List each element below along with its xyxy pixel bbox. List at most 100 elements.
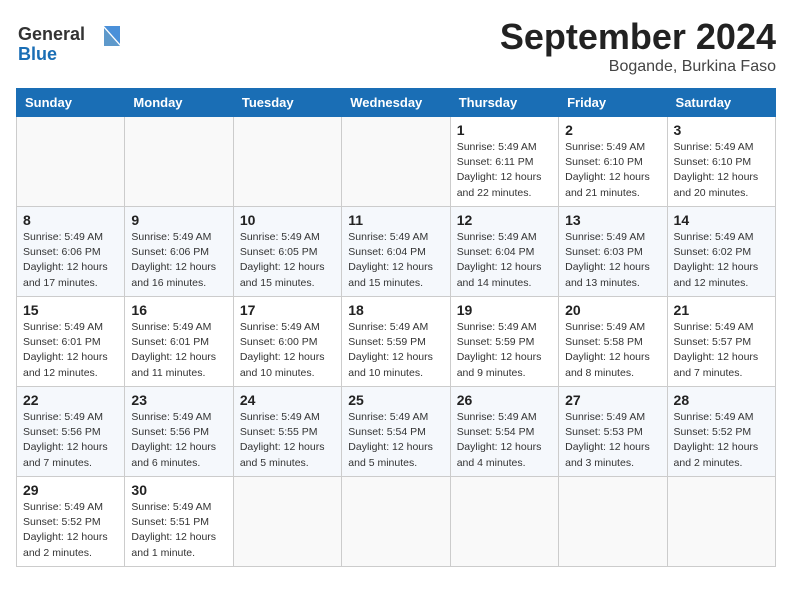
day-info: Sunrise: 5:49 AMSunset: 5:56 PMDaylight:… xyxy=(131,411,216,469)
day-number: 8 xyxy=(23,212,118,228)
day-number: 3 xyxy=(674,122,769,138)
day-number: 30 xyxy=(131,482,226,498)
table-row: 22 Sunrise: 5:49 AMSunset: 5:56 PMDayligh… xyxy=(17,387,125,477)
table-row xyxy=(667,477,775,567)
day-info: Sunrise: 5:49 AMSunset: 6:01 PMDaylight:… xyxy=(131,321,216,379)
calendar-table: Sunday Monday Tuesday Wednesday Thursday… xyxy=(16,88,776,567)
day-number: 2 xyxy=(565,122,660,138)
day-info: Sunrise: 5:49 AMSunset: 5:57 PMDaylight:… xyxy=(674,321,759,379)
day-info: Sunrise: 5:49 AMSunset: 5:52 PMDaylight:… xyxy=(674,411,759,469)
day-number: 14 xyxy=(674,212,769,228)
table-row: 12 Sunrise: 5:49 AMSunset: 6:04 PMDayligh… xyxy=(450,207,558,297)
day-info: Sunrise: 5:49 AMSunset: 6:05 PMDaylight:… xyxy=(240,231,325,289)
table-row xyxy=(559,477,667,567)
table-row: 28 Sunrise: 5:49 AMSunset: 5:52 PMDayligh… xyxy=(667,387,775,477)
table-row xyxy=(450,477,558,567)
day-number: 29 xyxy=(23,482,118,498)
table-row xyxy=(233,117,341,207)
table-row: 11 Sunrise: 5:49 AMSunset: 6:04 PMDayligh… xyxy=(342,207,450,297)
table-row: 21 Sunrise: 5:49 AMSunset: 5:57 PMDayligh… xyxy=(667,297,775,387)
table-row xyxy=(125,117,233,207)
table-row: 13 Sunrise: 5:49 AMSunset: 6:03 PMDayligh… xyxy=(559,207,667,297)
day-number: 16 xyxy=(131,302,226,318)
col-wednesday: Wednesday xyxy=(342,89,450,117)
day-info: Sunrise: 5:49 AMSunset: 6:03 PMDaylight:… xyxy=(565,231,650,289)
day-number: 12 xyxy=(457,212,552,228)
month-title: September 2024 xyxy=(500,16,776,58)
day-number: 22 xyxy=(23,392,118,408)
calendar-header-row: Sunday Monday Tuesday Wednesday Thursday… xyxy=(17,89,776,117)
day-number: 28 xyxy=(674,392,769,408)
col-monday: Monday xyxy=(125,89,233,117)
svg-text:Blue: Blue xyxy=(18,44,57,64)
day-number: 10 xyxy=(240,212,335,228)
table-row: 9 Sunrise: 5:49 AMSunset: 6:06 PMDaylight… xyxy=(125,207,233,297)
table-row xyxy=(17,117,125,207)
table-row: 29 Sunrise: 5:49 AMSunset: 5:52 PMDayligh… xyxy=(17,477,125,567)
page-header: General Blue September 2024 Bogande, Bur… xyxy=(16,16,776,76)
col-sunday: Sunday xyxy=(17,89,125,117)
day-info: Sunrise: 5:49 AMSunset: 6:04 PMDaylight:… xyxy=(348,231,433,289)
location: Bogande, Burkina Faso xyxy=(500,58,776,76)
svg-text:General: General xyxy=(18,24,85,44)
table-row: 1 Sunrise: 5:49 AMSunset: 6:11 PMDaylight… xyxy=(450,117,558,207)
day-number: 13 xyxy=(565,212,660,228)
day-number: 15 xyxy=(23,302,118,318)
table-row: 23 Sunrise: 5:49 AMSunset: 5:56 PMDayligh… xyxy=(125,387,233,477)
day-info: Sunrise: 5:49 AMSunset: 5:56 PMDaylight:… xyxy=(23,411,108,469)
day-info: Sunrise: 5:49 AMSunset: 5:51 PMDaylight:… xyxy=(131,501,216,559)
title-block: September 2024 Bogande, Burkina Faso xyxy=(500,16,776,76)
day-info: Sunrise: 5:49 AMSunset: 6:00 PMDaylight:… xyxy=(240,321,325,379)
day-info: Sunrise: 5:49 AMSunset: 5:54 PMDaylight:… xyxy=(457,411,542,469)
day-number: 23 xyxy=(131,392,226,408)
day-number: 26 xyxy=(457,392,552,408)
calendar-week-3: 15 Sunrise: 5:49 AMSunset: 6:01 PMDayligh… xyxy=(17,297,776,387)
table-row: 27 Sunrise: 5:49 AMSunset: 5:53 PMDayligh… xyxy=(559,387,667,477)
col-tuesday: Tuesday xyxy=(233,89,341,117)
day-info: Sunrise: 5:49 AMSunset: 5:59 PMDaylight:… xyxy=(457,321,542,379)
day-info: Sunrise: 5:49 AMSunset: 6:02 PMDaylight:… xyxy=(674,231,759,289)
calendar-week-2: 8 Sunrise: 5:49 AMSunset: 6:06 PMDaylight… xyxy=(17,207,776,297)
day-number: 19 xyxy=(457,302,552,318)
table-row: 17 Sunrise: 5:49 AMSunset: 6:00 PMDayligh… xyxy=(233,297,341,387)
day-number: 20 xyxy=(565,302,660,318)
day-number: 21 xyxy=(674,302,769,318)
calendar-week-1: 1 Sunrise: 5:49 AMSunset: 6:11 PMDaylight… xyxy=(17,117,776,207)
day-number: 18 xyxy=(348,302,443,318)
day-info: Sunrise: 5:49 AMSunset: 5:58 PMDaylight:… xyxy=(565,321,650,379)
day-info: Sunrise: 5:49 AMSunset: 6:10 PMDaylight:… xyxy=(674,141,759,199)
table-row: 2 Sunrise: 5:49 AMSunset: 6:10 PMDaylight… xyxy=(559,117,667,207)
calendar-week-5: 29 Sunrise: 5:49 AMSunset: 5:52 PMDayligh… xyxy=(17,477,776,567)
table-row: 30 Sunrise: 5:49 AMSunset: 5:51 PMDayligh… xyxy=(125,477,233,567)
col-thursday: Thursday xyxy=(450,89,558,117)
day-number: 25 xyxy=(348,392,443,408)
day-info: Sunrise: 5:49 AMSunset: 5:53 PMDaylight:… xyxy=(565,411,650,469)
logo: General Blue xyxy=(16,16,136,68)
table-row xyxy=(342,117,450,207)
day-info: Sunrise: 5:49 AMSunset: 6:11 PMDaylight:… xyxy=(457,141,542,199)
table-row: 14 Sunrise: 5:49 AMSunset: 6:02 PMDayligh… xyxy=(667,207,775,297)
table-row xyxy=(342,477,450,567)
day-info: Sunrise: 5:49 AMSunset: 5:52 PMDaylight:… xyxy=(23,501,108,559)
table-row: 26 Sunrise: 5:49 AMSunset: 5:54 PMDayligh… xyxy=(450,387,558,477)
col-saturday: Saturday xyxy=(667,89,775,117)
day-number: 1 xyxy=(457,122,552,138)
col-friday: Friday xyxy=(559,89,667,117)
day-info: Sunrise: 5:49 AMSunset: 6:01 PMDaylight:… xyxy=(23,321,108,379)
day-info: Sunrise: 5:49 AMSunset: 5:59 PMDaylight:… xyxy=(348,321,433,379)
day-number: 27 xyxy=(565,392,660,408)
day-info: Sunrise: 5:49 AMSunset: 6:10 PMDaylight:… xyxy=(565,141,650,199)
calendar-week-4: 22 Sunrise: 5:49 AMSunset: 5:56 PMDayligh… xyxy=(17,387,776,477)
day-info: Sunrise: 5:49 AMSunset: 6:06 PMDaylight:… xyxy=(23,231,108,289)
day-info: Sunrise: 5:49 AMSunset: 6:06 PMDaylight:… xyxy=(131,231,216,289)
table-row: 20 Sunrise: 5:49 AMSunset: 5:58 PMDayligh… xyxy=(559,297,667,387)
day-info: Sunrise: 5:49 AMSunset: 6:04 PMDaylight:… xyxy=(457,231,542,289)
table-row: 8 Sunrise: 5:49 AMSunset: 6:06 PMDaylight… xyxy=(17,207,125,297)
table-row: 16 Sunrise: 5:49 AMSunset: 6:01 PMDayligh… xyxy=(125,297,233,387)
table-row: 10 Sunrise: 5:49 AMSunset: 6:05 PMDayligh… xyxy=(233,207,341,297)
day-number: 9 xyxy=(131,212,226,228)
day-number: 11 xyxy=(348,212,443,228)
day-number: 17 xyxy=(240,302,335,318)
table-row: 15 Sunrise: 5:49 AMSunset: 6:01 PMDayligh… xyxy=(17,297,125,387)
table-row: 3 Sunrise: 5:49 AMSunset: 6:10 PMDaylight… xyxy=(667,117,775,207)
